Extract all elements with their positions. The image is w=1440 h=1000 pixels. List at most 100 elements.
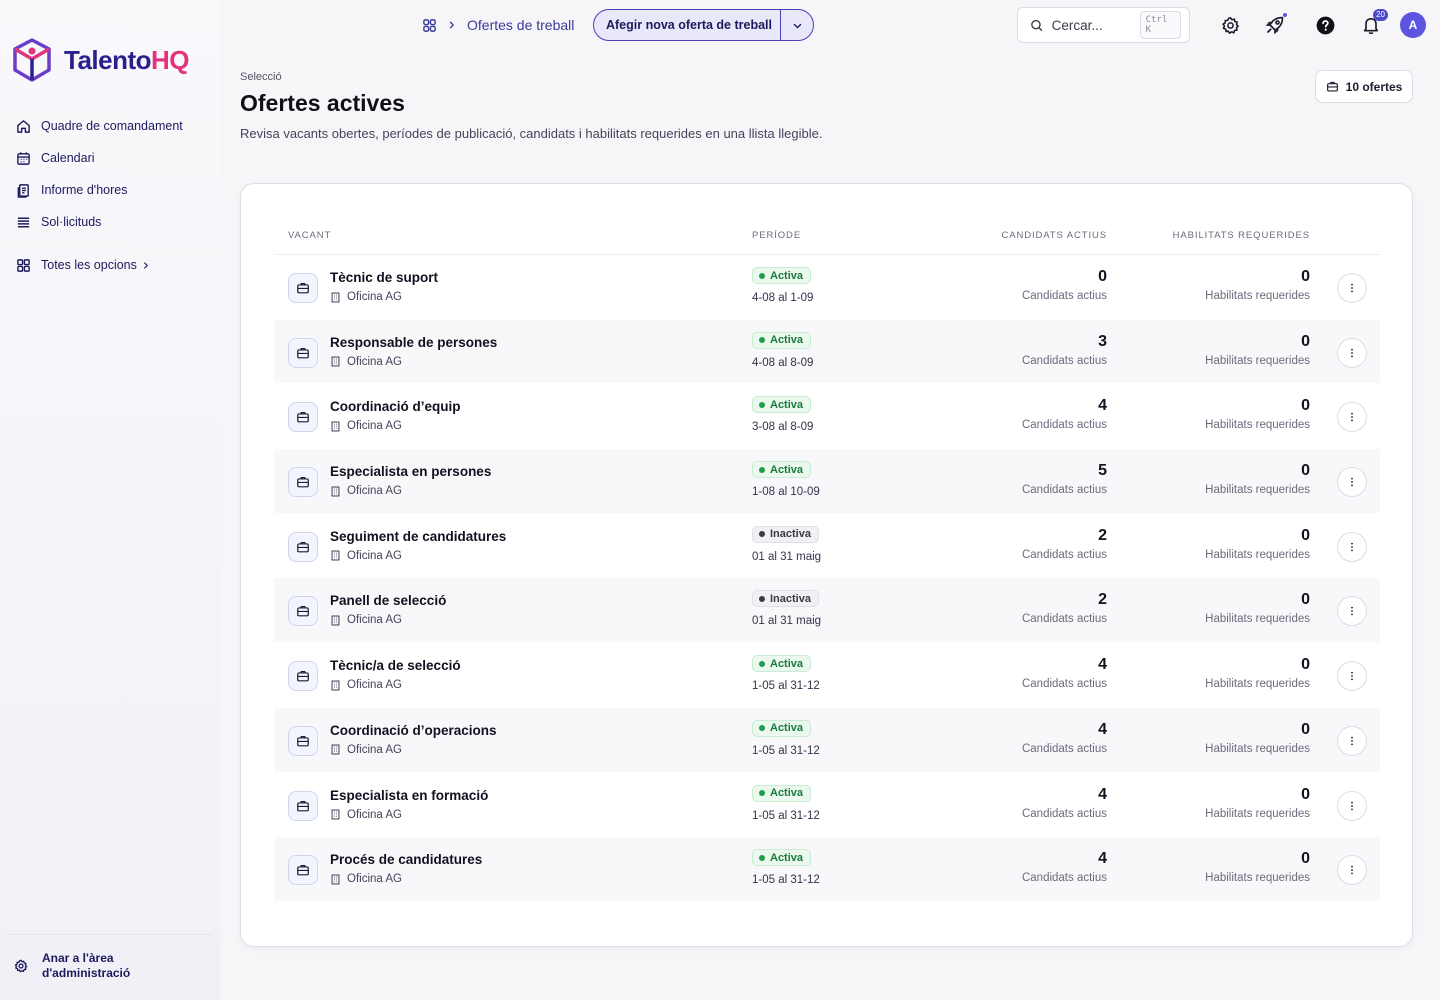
row-icon xyxy=(288,790,318,821)
table-row[interactable]: Especialista en formació Oficina AG Acti… xyxy=(274,773,1380,838)
notifications-button[interactable]: 20 xyxy=(1360,9,1388,36)
row-icon xyxy=(288,596,318,627)
search-box[interactable]: Ctrl K xyxy=(1017,7,1190,43)
more-vertical-icon xyxy=(1351,477,1353,487)
rocket-icon xyxy=(1265,16,1284,35)
nav-separator xyxy=(16,238,183,249)
skills-count: 0 xyxy=(1301,720,1310,738)
candidates-count: 4 xyxy=(1098,850,1107,868)
candidates-count: 0 xyxy=(1098,268,1107,285)
candidates-count: 2 xyxy=(1098,526,1107,544)
page-description: Revisa vacants obertes, períodes de publ… xyxy=(240,126,823,141)
row-actions-button[interactable] xyxy=(1337,337,1367,368)
more-vertical-icon xyxy=(1351,413,1353,422)
add-job-offer-button[interactable]: Afegir nova oferta de treball xyxy=(594,18,780,32)
row-icon xyxy=(288,337,318,368)
search-icon xyxy=(1031,19,1043,31)
status-badge: Activa xyxy=(752,267,812,284)
table-row[interactable]: Tècnic/a de selecció Oficina AG Activa 1… xyxy=(274,643,1380,708)
vacancy-title[interactable]: Especialista en formació xyxy=(330,788,488,803)
candidates-count: 4 xyxy=(1098,656,1107,674)
row-icon xyxy=(288,661,318,692)
row-actions-button[interactable] xyxy=(1337,725,1367,756)
row-actions-button[interactable] xyxy=(1337,790,1367,821)
table-row[interactable]: Coordinació d’operacions Oficina AG Acti… xyxy=(274,707,1380,773)
row-actions-button[interactable] xyxy=(1337,273,1367,303)
skills-label: Habilitats requerides xyxy=(1205,807,1310,820)
sidebar-item-requests[interactable]: Sol·licituds xyxy=(16,206,183,238)
candidates-count: 4 xyxy=(1098,785,1107,803)
sidebar-item-hours-report[interactable]: Informe d'hores xyxy=(16,174,183,206)
vacancy-title[interactable]: Tècnic de suport xyxy=(330,270,438,285)
table-row[interactable]: Especialista en persones Oficina AG Acti… xyxy=(274,449,1380,514)
skills-count: 0 xyxy=(1301,591,1310,609)
sidebar-item-all-options[interactable]: Totes les opcions xyxy=(16,249,183,281)
search-shortcut: Ctrl K xyxy=(1139,11,1181,39)
notifications-badge: 20 xyxy=(1373,9,1388,21)
skills-count: 0 xyxy=(1301,268,1310,285)
whats-new-button[interactable] xyxy=(1264,13,1287,36)
status-label: Activa xyxy=(770,657,804,670)
period-range: 1-05 al 31-12 xyxy=(752,680,820,693)
vacancy-title[interactable]: Coordinació d’operacions xyxy=(330,723,497,738)
home-icon xyxy=(17,119,30,133)
building-icon xyxy=(331,680,340,691)
office-label: Oficina AG xyxy=(347,355,402,368)
table-row[interactable]: Procés de candidatures Oficina AG Activa… xyxy=(274,837,1380,902)
calendar-icon xyxy=(17,151,30,165)
vacancy-title[interactable]: Coordinació d’equip xyxy=(330,399,461,414)
office-label: Oficina AG xyxy=(347,614,402,627)
column-header-candidates: Candidats actius xyxy=(1001,230,1107,241)
row-actions-button[interactable] xyxy=(1337,402,1367,433)
table-header: Vacant Període Candidats actius Habilita… xyxy=(274,222,1380,255)
row-actions-button[interactable] xyxy=(1337,661,1367,692)
briefcase-icon xyxy=(297,412,309,423)
report-icon xyxy=(17,183,29,198)
skills-label: Habilitats requerides xyxy=(1205,872,1310,885)
vacancy-title[interactable]: Procés de candidatures xyxy=(330,852,482,867)
table-row[interactable]: Panell de selecció Oficina AG Inactiva 0… xyxy=(274,578,1380,644)
building-icon xyxy=(331,809,340,820)
candidates-label: Candidats actius xyxy=(1021,354,1107,367)
table-row[interactable]: Tècnic de suport Oficina AG Activa 4-08 … xyxy=(274,255,1380,320)
candidates-count: 4 xyxy=(1098,720,1107,738)
sidebar-item-calendar[interactable]: Calendari xyxy=(16,142,183,174)
skills-label: Habilitats requerides xyxy=(1205,354,1310,367)
vacancy-office: Oficina AG xyxy=(330,614,402,626)
offers-count-button[interactable]: 10 ofertes xyxy=(1315,70,1413,103)
status-dot xyxy=(759,466,765,473)
search-input[interactable] xyxy=(1051,17,1132,33)
briefcase-icon xyxy=(297,477,309,488)
add-job-offer-dropdown[interactable] xyxy=(780,10,813,40)
vacancy-title[interactable]: Responsable de persones xyxy=(330,335,497,350)
logo[interactable]: TalentoHQ xyxy=(12,38,190,82)
row-actions-button[interactable] xyxy=(1337,467,1367,498)
help-button[interactable] xyxy=(1314,14,1336,36)
new-dot xyxy=(1283,13,1287,17)
vacancy-office: Oficina AG xyxy=(330,873,402,885)
avatar[interactable]: A xyxy=(1400,12,1426,38)
table-row[interactable]: Responsable de persones Oficina AG Activ… xyxy=(274,319,1380,385)
vacancy-title[interactable]: Especialista en persones xyxy=(330,464,491,479)
settings-button[interactable] xyxy=(1219,14,1241,36)
candidates-count: 5 xyxy=(1098,462,1107,480)
period-range: 1-05 al 31-12 xyxy=(752,809,820,822)
admin-area-link[interactable]: Anar a l'àrea d'administració xyxy=(8,934,212,981)
row-actions-button[interactable] xyxy=(1337,596,1367,627)
sidebar-item-dashboard[interactable]: Quadre de comandament xyxy=(16,110,183,142)
period-range: 3-08 al 8-09 xyxy=(752,421,814,434)
vacancy-title[interactable]: Seguiment de candidatures xyxy=(330,529,506,544)
vacancy-title[interactable]: Tècnic/a de selecció xyxy=(330,658,461,673)
vacancy-office: Oficina AG xyxy=(330,485,402,497)
vacancy-title[interactable]: Panell de selecció xyxy=(330,593,446,608)
breadcrumb-current[interactable]: Ofertes de treball xyxy=(467,17,574,33)
row-actions-button[interactable] xyxy=(1337,531,1367,562)
table-row[interactable]: Coordinació d’equip Oficina AG Activa 3-… xyxy=(274,384,1380,450)
table-row[interactable]: Seguiment de candidatures Oficina AG Ina… xyxy=(274,514,1380,579)
office-label: Oficina AG xyxy=(347,549,402,562)
row-actions-button[interactable] xyxy=(1337,855,1367,886)
row-icon xyxy=(288,273,318,303)
grid-icon[interactable] xyxy=(422,18,437,33)
skills-label: Habilitats requerides xyxy=(1205,419,1310,432)
more-vertical-icon xyxy=(1351,607,1353,616)
